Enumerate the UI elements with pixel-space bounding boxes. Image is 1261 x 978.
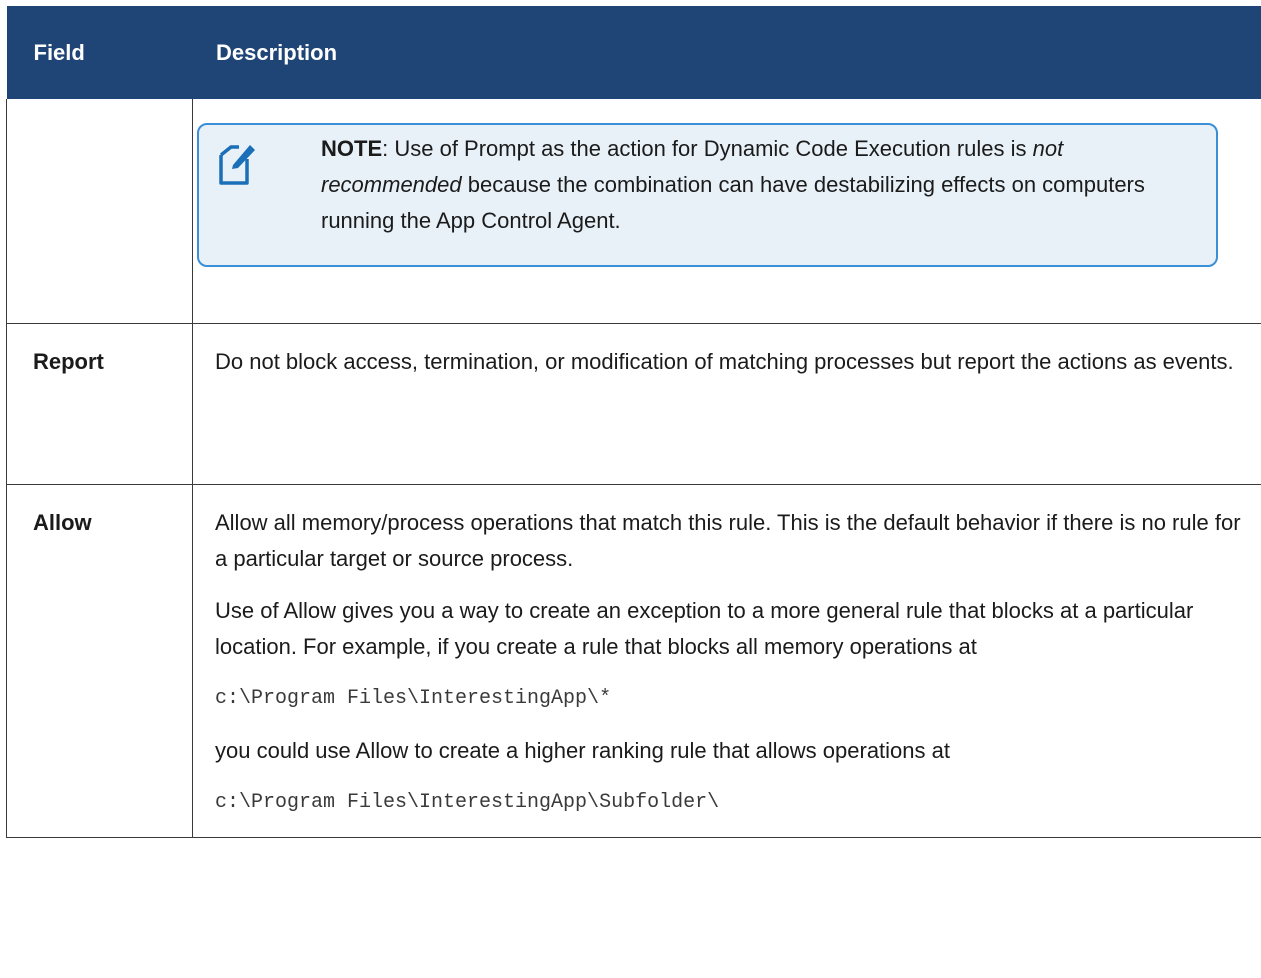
note-text-start: : Use of Prompt as the action for Dynami… (382, 136, 1033, 161)
table-header-row: Field Description (6, 6, 1261, 99)
allow-paragraph-1: Allow all memory/process operations that… (215, 510, 1241, 571)
note-callout: NOTE: Use of Prompt as the action for Dy… (197, 123, 1218, 267)
note-pencil-icon (219, 145, 255, 185)
allow-code-path-2: c:\Program Files\InterestingApp\Subfolde… (215, 791, 720, 814)
header-description: Description (192, 6, 1261, 99)
report-description: Do not block access, termination, or mod… (215, 349, 1234, 374)
note-label: NOTE (321, 136, 383, 161)
table-row: Report Do not block access, termination,… (6, 323, 1261, 485)
field-description-table: Field Description NOTE: Use of Prompt as… (6, 6, 1261, 838)
description-report: Do not block access, termination, or mod… (192, 323, 1261, 485)
field-report: Report (6, 323, 193, 485)
field-allow: Allow (6, 484, 193, 838)
allow-paragraph-2: Use of Allow gives you a way to create a… (215, 598, 1194, 659)
table-row: Allow Allow all memory/process operation… (6, 484, 1261, 838)
field-cell-empty (6, 99, 193, 324)
header-field: Field (6, 6, 193, 99)
allow-code-path-1: c:\Program Files\InterestingApp\* (215, 687, 612, 710)
allow-paragraph-3: you could use Allow to create a higher r… (215, 738, 950, 763)
description-cell: NOTE: Use of Prompt as the action for Dy… (192, 99, 1261, 324)
note-text: NOTE: Use of Prompt as the action for Dy… (321, 131, 1201, 239)
description-allow: Allow all memory/process operations that… (192, 484, 1261, 838)
table-row: NOTE: Use of Prompt as the action for Dy… (6, 99, 1261, 324)
